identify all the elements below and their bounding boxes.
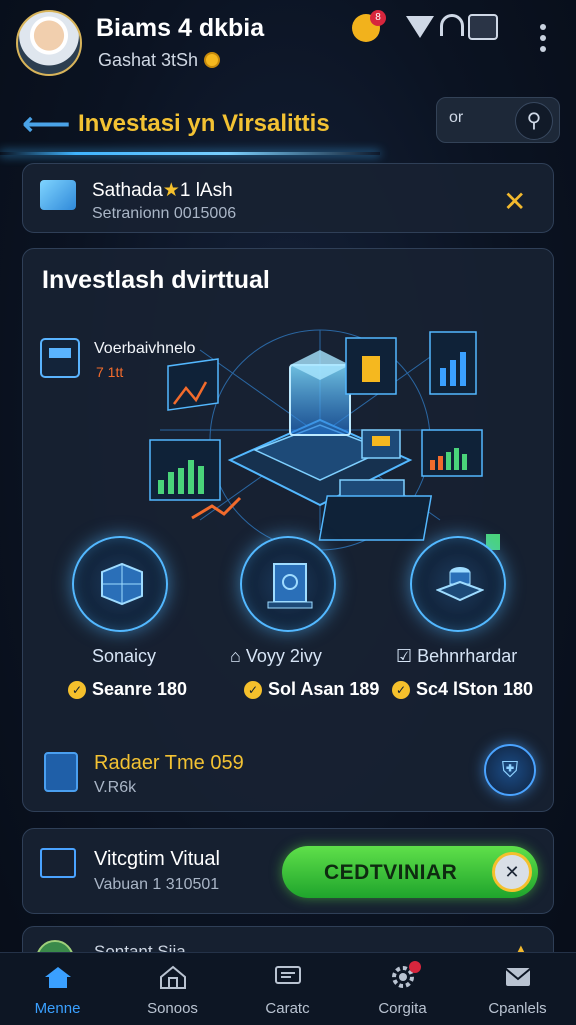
- orb-label-2: ⌂ Voyy 2ivy: [230, 646, 322, 667]
- shield-icon[interactable]: ⛨: [484, 744, 536, 796]
- safe-icon: [267, 563, 313, 609]
- toolbar-label: or: [449, 109, 464, 126]
- pin-icon[interactable]: ✕: [503, 185, 526, 218]
- tab-chat[interactable]: Caratc: [230, 953, 345, 1025]
- action-subtitle: Vabuan 1 310501: [94, 876, 220, 893]
- wifi-icon: [406, 16, 434, 38]
- orb-value-2: ✓ Sol Asan 189: [244, 679, 379, 700]
- check-icon: ✓: [244, 681, 262, 699]
- headphones-icon[interactable]: [440, 14, 464, 36]
- tab-settings[interactable]: Corgita: [345, 953, 460, 1025]
- coin-icon: [204, 52, 221, 68]
- orb-label-2-text: Voyy 2ivy: [245, 646, 322, 666]
- tab-home[interactable]: Menne: [0, 953, 115, 1025]
- store-icon: [159, 965, 186, 989]
- continue-button-label: CEDTVINIAR: [324, 861, 458, 884]
- notice-title: Sathada★1 lAsh: [92, 179, 233, 202]
- orb-value-2-text: Sol Asan 189: [268, 679, 380, 699]
- orb-label-3: ☑ Behnrhardar: [396, 646, 517, 667]
- toolbar-pill[interactable]: or ⚲: [436, 97, 560, 143]
- mail-icon: [504, 968, 531, 986]
- tab-chat-label: Caratc: [265, 1000, 310, 1017]
- hologram-illustration: [149, 329, 500, 551]
- star-icon: ★: [162, 180, 180, 201]
- orb-value-3-text: Sc4 lSton 180: [416, 679, 534, 699]
- search-icon[interactable]: ⚲: [515, 102, 553, 140]
- ticket-subtitle: V.R6k: [94, 779, 137, 796]
- notice-title-text: Sathada: [92, 180, 163, 201]
- app-title: Biams 4 dkbia: [96, 14, 265, 42]
- calendar-icon: [44, 752, 78, 792]
- check-icon: ✓: [392, 681, 410, 699]
- tab-home-label: Menne: [34, 1000, 81, 1017]
- check-icon: ✓: [68, 681, 86, 699]
- notification-badge: 8: [370, 10, 386, 26]
- app-subtitle: Gashat 3tSh: [98, 50, 221, 71]
- tab-mail-label: Cpanlels: [488, 1000, 547, 1017]
- notice-title-suffix: 1 lAsh: [179, 180, 233, 201]
- orb-button-3[interactable]: [410, 536, 506, 632]
- tab-mail[interactable]: Cpanlels: [460, 953, 575, 1025]
- app-subtitle-text: Gashat 3tSh: [98, 50, 199, 70]
- back-arrow-icon[interactable]: ⟵: [22, 104, 71, 144]
- orb-value-3: ✓ Sc4 lSton 180: [392, 679, 533, 700]
- more-menu-icon[interactable]: [540, 24, 546, 57]
- tab-store-label: Sonoos: [147, 1000, 198, 1017]
- checkbox-icon: ☑: [396, 646, 413, 666]
- orb-value-1: ✓ Seanre 180: [68, 679, 187, 700]
- notice-subtitle: Setranionn 0015006: [92, 205, 237, 222]
- close-icon[interactable]: ✕: [492, 852, 532, 892]
- orb-button-2[interactable]: [240, 536, 336, 632]
- side-value: 7 1tt: [96, 364, 124, 380]
- mail-icon: [40, 180, 76, 210]
- tab-settings-label: Corgita: [378, 1000, 427, 1017]
- cube-icon: [101, 562, 143, 606]
- lock-icon: ⌂: [230, 646, 241, 666]
- chat-icon: [40, 848, 76, 878]
- avatar[interactable]: [16, 10, 82, 76]
- ticket-title: Radaer Tme 059: [94, 752, 244, 774]
- page-title: Investasi yn Virsalittis: [78, 110, 330, 137]
- orb-label-3-text: Behnrhardar: [417, 646, 518, 666]
- investment-card-title: Investlash dvirttual: [42, 266, 270, 294]
- continue-button[interactable]: CEDTVINIAR ✕: [282, 846, 538, 898]
- orb-value-1-text: Seanre 180: [92, 679, 188, 699]
- orb-label-1: Sonaicy: [92, 646, 157, 666]
- message-icon: [274, 966, 301, 984]
- document-icon: [40, 338, 80, 378]
- settings-badge: [409, 961, 421, 973]
- stack-icon: [436, 567, 484, 602]
- bottom-nav: Menne Sonoos Caratc Corgita Cpanlels: [0, 952, 576, 1025]
- tab-store[interactable]: Sonoos: [115, 953, 230, 1025]
- action-title: Vitcgtim Vitual: [94, 848, 220, 870]
- divider: [0, 152, 380, 155]
- orb-button-1[interactable]: [72, 536, 168, 632]
- home-icon: [44, 967, 71, 988]
- gallery-icon[interactable]: [468, 14, 498, 40]
